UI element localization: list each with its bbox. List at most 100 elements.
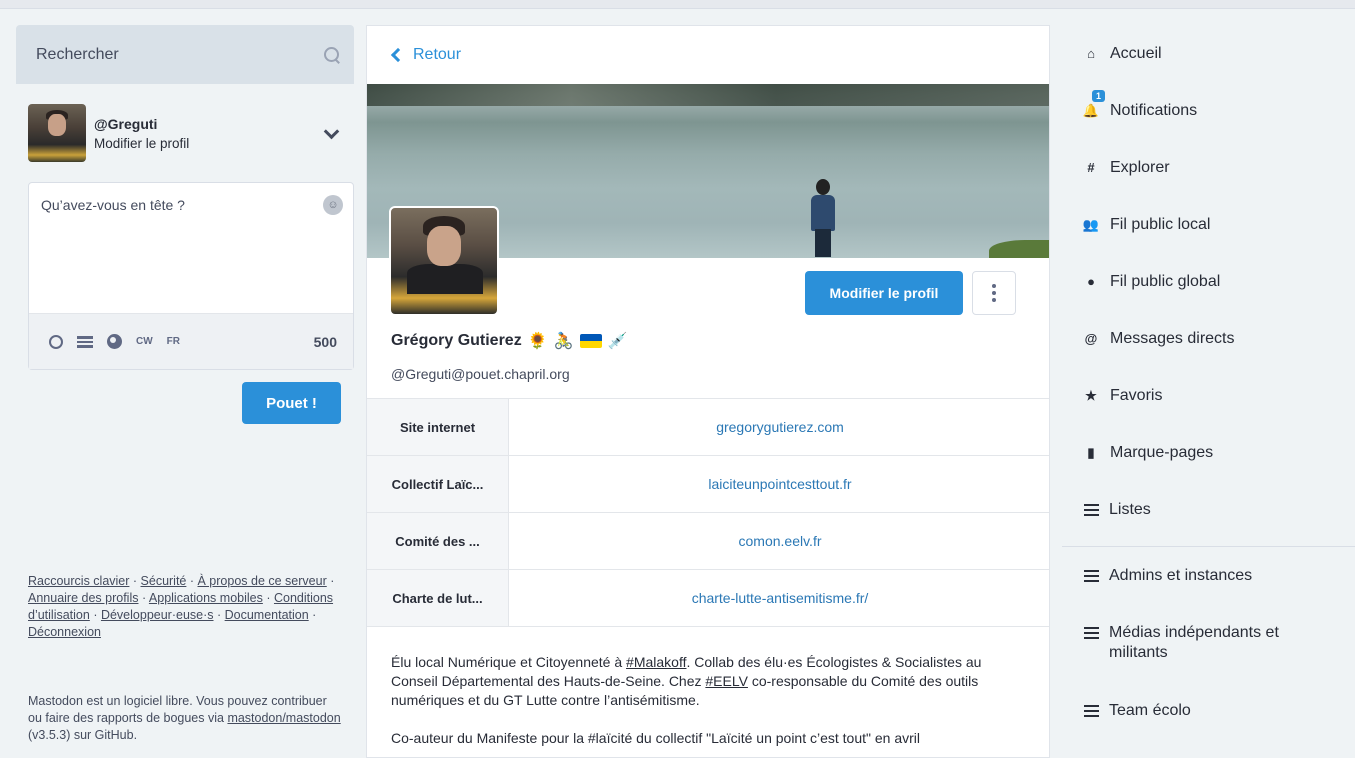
nav-list-admins[interactable]: Admins et instances xyxy=(1062,547,1355,604)
profile-fields: Site internet gregorygutierez.com Collec… xyxy=(367,398,1049,627)
nav-home[interactable]: ⌂ Accueil xyxy=(1062,25,1355,82)
chevron-down-icon[interactable] xyxy=(324,126,338,140)
bio-paragraph: Co-auteur du Manifeste pour la #laïcité … xyxy=(391,730,921,746)
account-handle[interactable]: @Greguti xyxy=(94,116,324,132)
footer-link-docs[interactable]: Documentation xyxy=(225,608,309,622)
footer-link-logout[interactable]: Déconnexion xyxy=(28,625,101,639)
bio-paragraph: Élu local Numérique et Citoyenneté à #Ma… xyxy=(391,653,1031,710)
nav-explore[interactable]: # Explorer xyxy=(1062,139,1355,196)
profile-acct: @Greguti@pouet.chapril.org xyxy=(391,366,570,382)
footer-link-developers[interactable]: Développeur·euse·s xyxy=(101,608,214,622)
profile-field: Collectif Laïc... laiciteunpointcesttout… xyxy=(367,456,1049,513)
nav-direct-messages[interactable]: @ Messages directs xyxy=(1062,310,1355,367)
bell-icon: 🔔 xyxy=(1082,102,1100,118)
field-name: Collectif Laïc... xyxy=(367,456,509,512)
nav-label: Admins et instances xyxy=(1109,566,1253,584)
nav-label: Favoris xyxy=(1110,386,1163,404)
nav-label: Marque-pages xyxy=(1110,443,1214,461)
attach-icon[interactable] xyxy=(46,331,66,352)
nav-label: Fil public local xyxy=(1110,215,1211,233)
nav-label: Accueil xyxy=(1110,44,1162,62)
footer-link-security[interactable]: Sécurité xyxy=(141,574,187,588)
globe-icon[interactable] xyxy=(107,334,122,349)
profile-field: Site internet gregorygutierez.com xyxy=(367,399,1049,456)
publish-button[interactable]: Pouet ! xyxy=(242,382,341,424)
sunflower-emoji: 🌻 xyxy=(527,333,548,350)
navigation-column: ⌂ Accueil 🔔 1 Notifications # Explorer 👥… xyxy=(1062,25,1355,758)
display-name-text: Grégory Gutierez xyxy=(391,332,522,349)
compose-toolbar: CW FR 500 xyxy=(29,313,353,369)
field-value-link[interactable]: laiciteunpointcesttout.fr xyxy=(509,456,1049,512)
field-name: Charte de lut... xyxy=(367,570,509,626)
star-icon: ★ xyxy=(1085,387,1097,403)
search-input[interactable]: Rechercher xyxy=(36,46,119,64)
back-button[interactable]: Retour xyxy=(367,26,1049,84)
footer-about: Mastodon est un logiciel libre. Vous pou… xyxy=(28,693,344,744)
search-icon[interactable] xyxy=(324,46,340,63)
chevron-left-icon[interactable] xyxy=(390,47,406,63)
notification-badge: 1 xyxy=(1092,90,1106,102)
nav-lists[interactable]: Listes xyxy=(1062,481,1355,538)
nav-label: Listes xyxy=(1109,500,1151,518)
more-options-icon[interactable] xyxy=(972,271,1016,315)
emoji-picker-icon[interactable]: ☺ xyxy=(323,195,343,215)
hashtag-link[interactable]: #EELV xyxy=(705,673,748,689)
compose-textarea[interactable]: Qu’avez-vous en tête ? xyxy=(29,183,353,314)
field-value-link[interactable]: gregorygutierez.com xyxy=(509,399,1049,455)
nav-notifications[interactable]: 🔔 1 Notifications xyxy=(1062,82,1355,139)
home-icon: ⌂ xyxy=(1087,46,1095,61)
list-icon xyxy=(1084,569,1099,582)
nav-label: Fil public global xyxy=(1110,272,1221,290)
edit-profile-button[interactable]: Modifier le profil xyxy=(805,271,963,315)
field-value-link[interactable]: comon.eelv.fr xyxy=(509,513,1049,569)
field-name: Comité des ... xyxy=(367,513,509,569)
nav-favourites[interactable]: ★ Favoris xyxy=(1062,367,1355,424)
footer-link-about[interactable]: À propos de ce serveur xyxy=(198,574,327,588)
at-icon: @ xyxy=(1084,331,1098,346)
field-name: Site internet xyxy=(367,399,509,455)
back-label[interactable]: Retour xyxy=(413,46,461,64)
compose-column: Rechercher @Greguti Modifier le profil Q… xyxy=(16,25,354,758)
nav-list-medias[interactable]: Médias indépendants et militants xyxy=(1062,604,1355,682)
content-warning-button[interactable]: CW xyxy=(136,336,153,347)
ukraine-flag-icon xyxy=(579,334,602,348)
nav-label: Messages directs xyxy=(1110,329,1235,347)
globe-icon: ● xyxy=(1087,274,1095,289)
bio-text: Élu local Numérique et Citoyenneté à xyxy=(391,654,627,670)
bicycle-emoji: 🚴 xyxy=(553,333,574,350)
users-icon: 👥 xyxy=(1082,216,1100,232)
nav-label: Médias indépendants et militants xyxy=(1109,624,1279,661)
nav-label: Team écolo xyxy=(1109,701,1191,719)
bookmark-icon: ▮ xyxy=(1087,444,1095,460)
list-icon xyxy=(1084,503,1099,516)
nav-label: Explorer xyxy=(1110,158,1170,176)
nav-label: Notifications xyxy=(1110,101,1198,119)
avatar[interactable] xyxy=(28,104,86,162)
poll-icon[interactable] xyxy=(77,335,93,348)
language-button[interactable]: FR xyxy=(167,336,180,347)
display-name: Grégory Gutierez 🌻 🚴 💉 xyxy=(391,331,627,351)
hashtag-icon: # xyxy=(1087,160,1095,175)
search-bar[interactable]: Rechercher xyxy=(16,25,354,84)
profile-avatar[interactable] xyxy=(389,206,499,316)
footer-repo-link[interactable]: mastodon/mastodon xyxy=(227,711,340,725)
nav-bookmarks[interactable]: ▮ Marque-pages xyxy=(1062,424,1355,481)
nav-list-team-ecolo[interactable]: Team écolo xyxy=(1062,682,1355,739)
top-border xyxy=(0,0,1355,9)
list-icon xyxy=(1084,627,1099,639)
syringe-emoji: 💉 xyxy=(607,333,628,350)
footer-link-directory[interactable]: Annuaire des profils xyxy=(28,591,138,605)
footer-link-apps[interactable]: Applications mobiles xyxy=(149,591,263,605)
profile-field: Comité des ... comon.eelv.fr xyxy=(367,513,1049,570)
nav-local-timeline[interactable]: 👥 Fil public local xyxy=(1062,196,1355,253)
field-value-link[interactable]: charte-lutte-antisemitisme.fr/ xyxy=(509,570,1049,626)
list-icon xyxy=(1084,704,1099,717)
profile-bio: Élu local Numérique et Citoyenneté à #Ma… xyxy=(391,653,1031,757)
profile-column: Retour Modifier le profil Grégory Gutier… xyxy=(366,25,1050,758)
character-counter: 500 xyxy=(313,333,337,350)
edit-profile-link[interactable]: Modifier le profil xyxy=(94,136,324,151)
hashtag-link[interactable]: #Malakoff xyxy=(626,654,686,670)
footer-link-shortcuts[interactable]: Raccourcis clavier xyxy=(28,574,129,588)
compose-form: Qu’avez-vous en tête ? ☺ CW FR 500 xyxy=(28,182,354,370)
nav-federated-timeline[interactable]: ● Fil public global xyxy=(1062,253,1355,310)
